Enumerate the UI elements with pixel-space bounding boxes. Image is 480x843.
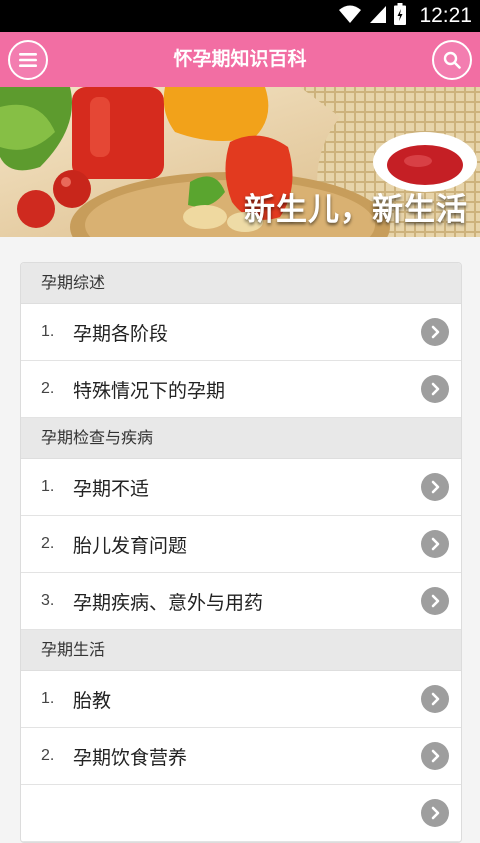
search-icon — [443, 51, 461, 69]
item-label: 胎儿发育问题 — [73, 534, 188, 557]
status-time: 12:21 — [419, 4, 472, 27]
item-label: 特殊情况下的孕期 — [73, 379, 226, 402]
list-item[interactable]: 2. 特殊情况下的孕期 — [21, 361, 461, 418]
battery-icon — [394, 3, 407, 29]
list-item[interactable]: 1. 胎教 — [21, 671, 461, 728]
list-item[interactable]: 1. 孕期不适 — [21, 459, 461, 516]
item-label: 孕期饮食营养 — [73, 746, 188, 769]
status-icons: 12:21 — [338, 3, 472, 29]
chevron-right-icon[interactable] — [421, 318, 449, 346]
chevron-right-icon[interactable] — [421, 587, 449, 615]
search-button[interactable] — [432, 40, 472, 80]
item-number: 3. — [41, 592, 55, 609]
item-number: 1. — [41, 690, 55, 707]
item-number: 2. — [41, 747, 55, 764]
signal-icon — [369, 4, 387, 28]
banner-caption: 新生儿，新生活 — [244, 192, 468, 228]
list-item[interactable] — [21, 785, 461, 842]
list-item[interactable]: 1. 孕期各阶段 — [21, 304, 461, 361]
list-item[interactable]: 3. 孕期疾病、意外与用药 — [21, 573, 461, 630]
chevron-right-icon[interactable] — [421, 742, 449, 770]
section-header: 孕期检查与疾病 — [21, 418, 461, 459]
item-number: 1. — [41, 478, 55, 495]
item-label: 孕期疾病、意外与用药 — [73, 591, 264, 614]
item-number: 1. — [41, 323, 55, 340]
app-bar: 怀孕期知识百科 — [0, 32, 480, 87]
chevron-right-icon[interactable] — [421, 685, 449, 713]
banner-image[interactable]: 新生儿，新生活 — [0, 87, 480, 237]
item-label: 孕期不适 — [73, 477, 150, 500]
status-bar: 12:21 — [0, 0, 480, 32]
chevron-right-icon[interactable] — [421, 799, 449, 827]
chevron-right-icon[interactable] — [421, 530, 449, 558]
wifi-icon — [338, 4, 362, 28]
item-number: 2. — [41, 535, 55, 552]
list-item[interactable]: 2. 孕期饮食营养 — [21, 728, 461, 785]
menu-button[interactable] — [8, 40, 48, 80]
item-label: 胎教 — [73, 689, 112, 712]
item-number: 2. — [41, 380, 55, 397]
list-item[interactable]: 2. 胎儿发育问题 — [21, 516, 461, 573]
item-label: 孕期各阶段 — [73, 322, 169, 345]
section-header: 孕期生活 — [21, 630, 461, 671]
chevron-right-icon[interactable] — [421, 473, 449, 501]
app-title: 怀孕期知识百科 — [173, 48, 307, 70]
section-header: 孕期综述 — [21, 263, 461, 304]
menu-icon — [19, 53, 37, 67]
topic-list: 孕期综述 1. 孕期各阶段 2. 特殊情况下的孕期 孕期检查与疾病 1. 孕期不… — [20, 262, 462, 843]
chevron-right-icon[interactable] — [421, 375, 449, 403]
